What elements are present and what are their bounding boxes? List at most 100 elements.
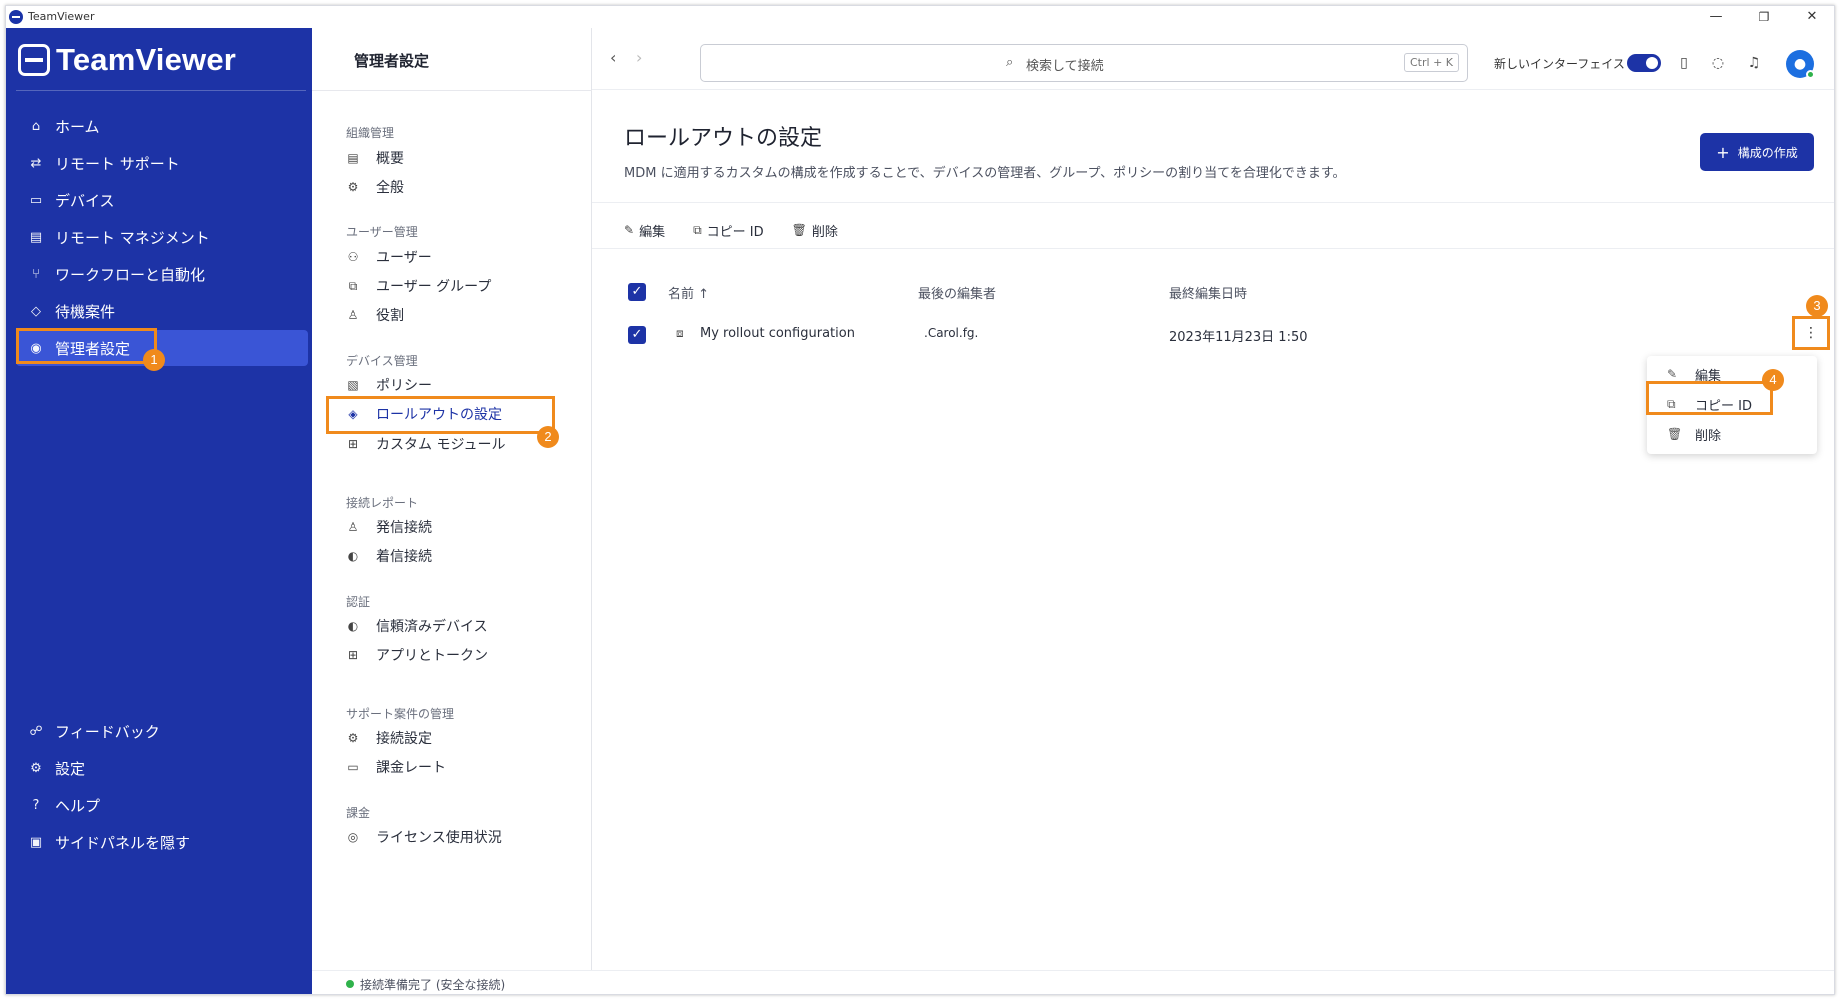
main-content: ロールアウトの設定 MDM に適用するカスタムの構成を作成することで、デバイスの…	[592, 90, 1834, 970]
status-bar: 接続準備完了 (安全な接続)	[312, 970, 1834, 994]
trash-icon: 🗑	[1667, 427, 1683, 441]
sidebar-item-feedback[interactable]: ☍ フィードバック	[16, 713, 308, 749]
plus-icon: +	[1716, 142, 1730, 162]
subpanel-item-label: 全般	[376, 180, 404, 196]
brand-name: TeamViewer	[56, 42, 237, 77]
select-all-checkbox[interactable]: ✓	[628, 283, 646, 301]
subpanel-item-label: アプリとトークン	[376, 648, 488, 664]
edit-button[interactable]: ✎ 編集	[624, 221, 665, 240]
more-options-button[interactable]: ⋮	[1792, 316, 1830, 350]
subpanel-item-label: ポリシー	[376, 378, 432, 394]
subpanel-item-outgoing[interactable]: ♙ 発信接続	[346, 512, 556, 542]
sidebar-item-waiting-cases[interactable]: ◇ 待機案件	[16, 293, 308, 329]
gear-icon: ⚙	[347, 180, 359, 194]
main-sidebar: TeamViewer ⌂ ホーム ⇄ リモート サポート ▭ デバイス ▤ リモ…	[6, 28, 312, 994]
pencil-icon: ✎	[1667, 367, 1678, 381]
create-button-label: 構成の作成	[1737, 145, 1798, 160]
subpanel-item-label: 接続設定	[376, 731, 432, 747]
device-icon: ▭	[29, 192, 43, 208]
bell-icon[interactable]: ♫	[1745, 54, 1763, 72]
section-heading: 課金	[346, 806, 371, 820]
subpanel-item-overview[interactable]: ▤ 概要	[346, 143, 556, 173]
subpanel-item-label: 信頼済みデバイス	[376, 619, 488, 635]
sidebar-item-remote-management[interactable]: ▤ リモート マネジメント	[16, 219, 308, 255]
user-group-icon: ⧉	[348, 278, 358, 293]
subpanel-item-connection-settings[interactable]: ⚙ 接続設定	[346, 723, 556, 753]
subpanel-item-apps-tokens[interactable]: ⊞ アプリとトークン	[346, 640, 556, 670]
create-configuration-button[interactable]: + 構成の作成	[1700, 133, 1814, 171]
sidebar-item-settings[interactable]: ⚙ 設定	[16, 750, 308, 786]
step-badge-2: 2	[537, 426, 559, 448]
sidebar-item-hide-panel[interactable]: ▣ サイドパネルを隠す	[16, 824, 308, 860]
search-placeholder: 検索して接続	[1026, 59, 1104, 74]
highlight-copy-id	[1646, 381, 1773, 415]
close-button[interactable]: ✕	[1792, 6, 1832, 28]
copy-id-button[interactable]: ⧉ コピー ID	[693, 221, 764, 240]
sidebar-item-label: ワークフローと自動化	[55, 265, 206, 284]
sidebar-item-devices[interactable]: ▭ デバイス	[16, 182, 308, 218]
subpanel-item-label: ライセンス使用状況	[376, 830, 502, 846]
toolbar: ✎ 編集 ⧉ コピー ID 🗑 削除	[624, 218, 866, 242]
subpanel-item-general[interactable]: ⚙ 全般	[346, 172, 556, 202]
teamviewer-logo-icon	[18, 44, 50, 76]
brand[interactable]: TeamViewer	[18, 42, 236, 78]
panel-icon: ▣	[29, 834, 43, 850]
pencil-icon: ✎	[624, 223, 635, 237]
column-header-name[interactable]: 名前 ↑	[668, 283, 709, 302]
online-status-icon	[1806, 70, 1815, 79]
connection-gear-icon: ⚙	[347, 731, 359, 745]
subpanel-item-user-groups[interactable]: ⧉ ユーザー グループ	[346, 271, 556, 301]
divider	[592, 202, 1834, 203]
row-name[interactable]: My rollout configuration	[700, 326, 855, 341]
minimize-button[interactable]: —	[1696, 6, 1736, 28]
restore-button[interactable]: ❐	[1744, 6, 1784, 28]
sidebar-item-label: デバイス	[55, 191, 115, 210]
chat-icon[interactable]: ◌	[1709, 54, 1727, 72]
subpanel-item-label: ユーザー	[376, 250, 432, 266]
subpanel-item-label: 発信接続	[376, 520, 432, 536]
users-icon: ⚇	[347, 250, 359, 264]
subpanel-item-roles[interactable]: ♙ 役割	[346, 300, 556, 330]
module-icon: ⊞	[347, 437, 359, 451]
subpanel-item-incoming[interactable]: ◐ 着信接続	[346, 541, 556, 571]
page-description: MDM に適用するカスタムの構成を作成することで、デバイスの管理者、グループ、ポ…	[624, 166, 1346, 181]
forward-icon[interactable]: ›	[636, 48, 642, 67]
subpanel-item-users[interactable]: ⚇ ユーザー	[346, 242, 556, 272]
connection-status: 接続準備完了 (安全な接続)	[360, 978, 506, 992]
menu-item-delete[interactable]: 🗑 削除	[1667, 422, 1721, 446]
contacts-icon[interactable]: ▯	[1675, 54, 1693, 72]
step-badge-3: 3	[1806, 295, 1828, 317]
trusted-device-icon: ◐	[347, 619, 359, 633]
window-title: TeamViewer	[28, 10, 95, 23]
license-icon: ◎	[347, 830, 359, 844]
sidebar-item-label: ヘルプ	[55, 796, 101, 815]
role-icon: ♙	[347, 308, 359, 322]
subpanel-item-trusted-devices[interactable]: ◐ 信頼済みデバイス	[346, 611, 556, 641]
subpanel-item-label: 役割	[376, 308, 404, 324]
sidebar-item-home[interactable]: ⌂ ホーム	[16, 108, 308, 144]
delete-button[interactable]: 🗑 削除	[792, 221, 838, 240]
configuration-icon: ⧈	[676, 326, 684, 340]
row-last-editor: .Carol.fg.	[924, 326, 979, 340]
section-heading: サポート案件の管理	[346, 707, 455, 721]
row-checkbox[interactable]: ✓	[628, 326, 646, 344]
column-header-last-edited[interactable]: 最終編集日時	[1169, 283, 1247, 302]
subpanel-item-billing-rates[interactable]: ▭ 課金レート	[346, 752, 556, 782]
delete-label: 削除	[811, 224, 838, 240]
new-ui-toggle[interactable]	[1627, 54, 1661, 72]
subpanel-title: 管理者設定	[354, 52, 430, 70]
top-bar: ‹ › ⌕ 検索して接続 Ctrl + K 新しいインターフェイス ▯ ◌ ♫ …	[592, 28, 1834, 90]
subpanel-item-license-usage[interactable]: ◎ ライセンス使用状況	[346, 822, 556, 852]
menu-item-label: 削除	[1695, 428, 1722, 444]
sidebar-item-workflows[interactable]: ⑂ ワークフローと自動化	[16, 256, 308, 292]
gear-icon: ⚙	[30, 760, 42, 776]
search-icon: ⌕	[1006, 55, 1014, 70]
sidebar-item-help[interactable]: ? ヘルプ	[16, 787, 308, 823]
search-input[interactable]: ⌕ 検索して接続 Ctrl + K	[700, 44, 1468, 82]
admin-subpanel: 管理者設定 組織管理 ▤ 概要 ⚙ 全般 ユーザー管理 ⚇ ユーザー ⧉ ユーザ…	[312, 28, 889, 994]
back-icon[interactable]: ‹	[610, 48, 616, 67]
column-header-last-editor[interactable]: 最後の編集者	[918, 283, 996, 302]
sidebar-item-remote-support[interactable]: ⇄ リモート サポート	[16, 145, 308, 181]
sidebar-item-label: リモート サポート	[55, 154, 180, 173]
divider	[16, 90, 306, 91]
